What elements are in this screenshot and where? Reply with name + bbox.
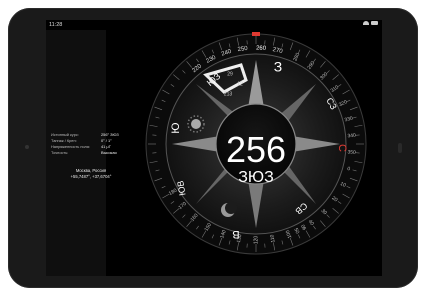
side-button — [398, 143, 402, 153]
small-mark: 29 — [227, 71, 233, 77]
compass-dial[interactable]: 220230240 250 260 270180170160150140 130 120 1… — [46, 20, 382, 276]
small-mark: 12 — [237, 81, 243, 87]
cardinal-bottom: В — [232, 228, 239, 240]
heading-direction: ЗЮЗ — [238, 169, 274, 186]
small-mark: 213 — [224, 91, 233, 97]
bearing-tick-label: 260 — [256, 45, 267, 52]
cardinal-top: З — [274, 59, 282, 75]
cardinal-right: С — [336, 144, 348, 152]
front-camera — [25, 145, 29, 149]
heading-value: 256 — [226, 129, 286, 170]
dial-tick-label: 340 — [347, 133, 356, 140]
app-screen: 11:28 Истинный курс: 256° ЗЮЗ Тангаж / К… — [46, 20, 382, 276]
cardinal-left: Ю — [170, 122, 182, 133]
dial-tick-label: 120 — [253, 236, 259, 245]
heading-marker — [252, 32, 260, 36]
tablet: 11:28 Истинный курс: 256° ЗЮЗ Тангаж / К… — [0, 0, 427, 296]
